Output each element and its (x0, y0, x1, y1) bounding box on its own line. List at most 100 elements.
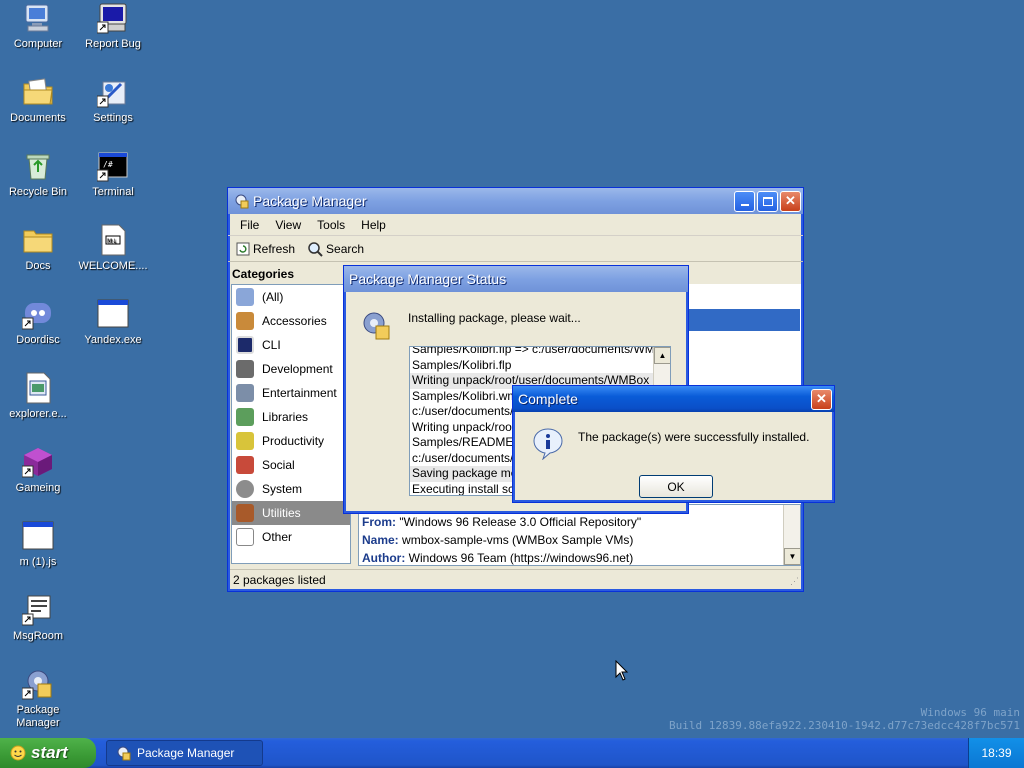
svg-text:/#: /# (103, 160, 113, 169)
details-scrollbar[interactable]: ▼ (783, 505, 800, 565)
taskbar-item-label: Package Manager (137, 746, 235, 760)
desktop-icon-recycle-bin[interactable]: Recycle Bin (0, 150, 76, 199)
status-bar: 2 packages listed ⋰ (230, 569, 801, 589)
desktop-icon-computer[interactable]: Computer (0, 2, 76, 51)
detail-author-label: Author: (362, 551, 406, 565)
category-label: CLI (262, 338, 281, 352)
category-development[interactable]: Development (232, 357, 350, 381)
detail-author-value: Windows 96 Team (https://windows96.net) (408, 551, 634, 565)
desktop-icon-label: Doordisc (16, 334, 60, 346)
menu-file[interactable]: File (232, 216, 267, 234)
notepad-icon (236, 432, 254, 450)
status-text: 2 packages listed (233, 573, 326, 587)
desktop-icon-label: explorer.e... (9, 408, 67, 420)
desktop-icon-terminal[interactable]: /# Terminal (75, 150, 151, 199)
clock[interactable]: 18:39 (981, 746, 1011, 760)
briefcase-icon (236, 312, 254, 330)
desktop-icon-explorer[interactable]: explorer.e... (0, 372, 76, 421)
desktop-icon-label: WELCOME.... (78, 260, 148, 272)
scroll-down-arrow[interactable]: ▼ (784, 548, 800, 565)
gear-icon (236, 480, 254, 498)
complete-dialog[interactable]: Complete ✕ The package(s) were successfu… (512, 385, 835, 503)
package-manager-icon (115, 745, 131, 761)
recycle-bin-icon (22, 150, 54, 182)
desktop-icon-label: Yandex.exe (84, 334, 142, 346)
terminal-icon: /# (96, 150, 129, 182)
system-tray: 18:39 (968, 738, 1024, 768)
category-all[interactable]: (All) (232, 285, 350, 309)
menu-help[interactable]: Help (353, 216, 394, 234)
refresh-icon (236, 242, 250, 256)
desktop-icon-welcome[interactable]: M↓ WELCOME.... (75, 224, 151, 273)
category-label: Entertainment (262, 386, 337, 400)
category-system[interactable]: System (232, 477, 350, 501)
refresh-button[interactable]: Refresh (232, 240, 299, 258)
desktop-icon-docs[interactable]: Docs (0, 224, 76, 273)
menu-tools[interactable]: Tools (309, 216, 353, 234)
start-label: start (31, 743, 68, 762)
detail-author-row: Author: Windows 96 Team (https://windows… (362, 551, 633, 565)
desktop-icon-label: Gameing (15, 482, 61, 494)
detail-name-label: Name: (362, 533, 399, 547)
category-label: Productivity (262, 434, 325, 448)
watermark-line-1: Windows 96 main (920, 706, 1020, 719)
status-dialog-title: Package Manager Status (349, 271, 507, 287)
status-dialog-titlebar[interactable]: Package Manager Status (344, 266, 688, 292)
category-accessories[interactable]: Accessories (232, 309, 350, 333)
category-social[interactable]: Social (232, 453, 350, 477)
desktop-icon-gameing[interactable]: Gameing (0, 446, 76, 495)
search-button[interactable]: Search (303, 239, 368, 259)
desktop-icon-m1js[interactable]: m (1).js (0, 520, 76, 569)
window-app-icon (97, 298, 129, 330)
detail-from-label: From: (362, 515, 396, 529)
game-cube-icon (21, 446, 54, 478)
desktop-icon-label: m (1).js (19, 556, 57, 568)
desktop-icon-report-bug[interactable]: Report Bug (75, 2, 151, 51)
build-watermark: Windows 96 main Build 12839.88efa922.230… (669, 706, 1020, 732)
desktop-icon-msgroom[interactable]: MsgRoom (0, 594, 76, 643)
close-button[interactable]: ✕ (780, 190, 801, 212)
close-icon: ✕ (785, 193, 796, 208)
taskbar-item-package-manager[interactable]: Package Manager (106, 740, 263, 766)
msgroom-icon (21, 594, 54, 626)
category-utilities[interactable]: Utilities (232, 501, 350, 525)
menu-view[interactable]: View (267, 216, 309, 234)
category-productivity[interactable]: Productivity (232, 429, 350, 453)
log-line: Samples/Kolibri.flp => c:/user/documents… (412, 346, 671, 356)
desktop-icon-label: Report Bug (85, 38, 141, 50)
report-bug-icon (96, 2, 129, 34)
start-button[interactable]: start (0, 738, 96, 768)
desktop-icon-label: Terminal (92, 186, 134, 198)
desktop-icon-label: Documents (10, 112, 66, 124)
category-libraries[interactable]: Libraries (232, 405, 350, 429)
document-icon (236, 528, 254, 546)
folder-icon (22, 224, 54, 256)
desktop-icon-package-manager[interactable]: Package Manager (0, 668, 76, 730)
menu-bar: File View Tools Help (228, 214, 803, 236)
desktop-icon-label: MsgRoom (12, 630, 64, 642)
executable-file-icon (22, 372, 54, 404)
minimize-button[interactable] (734, 190, 755, 212)
scroll-up-arrow[interactable]: ▲ (654, 347, 670, 364)
complete-dialog-title: Complete (518, 391, 578, 407)
maximize-button[interactable] (757, 190, 778, 212)
complete-dialog-titlebar[interactable]: Complete ✕ (513, 386, 834, 412)
ok-button[interactable]: OK (639, 475, 713, 498)
category-label: Development (262, 362, 333, 376)
desktop-icon-documents[interactable]: Documents (0, 76, 76, 125)
people-icon (236, 456, 254, 474)
desktop-icon-settings[interactable]: Settings (75, 76, 151, 125)
complete-close-button[interactable]: ✕ (811, 388, 832, 410)
log-line: Samples/Kolibri.flp (412, 357, 512, 372)
complete-message: The package(s) were successfully install… (578, 430, 810, 444)
desktop-icon-doordisc[interactable]: Doordisc (0, 298, 76, 347)
category-other[interactable]: Other (232, 525, 350, 549)
resize-grip-icon: ⋰ (790, 576, 799, 586)
category-label: System (262, 482, 303, 496)
desktop-icon-yandex[interactable]: Yandex.exe (75, 298, 151, 347)
folder-documents-icon (22, 76, 54, 108)
category-cli[interactable]: CLI (232, 333, 350, 357)
category-entertainment[interactable]: Entertainment (232, 381, 350, 405)
detail-name-row: Name: wmbox-sample-vms (WMBox Sample VMs… (362, 533, 633, 547)
package-manager-titlebar[interactable]: Package Manager ✕ (228, 188, 803, 214)
